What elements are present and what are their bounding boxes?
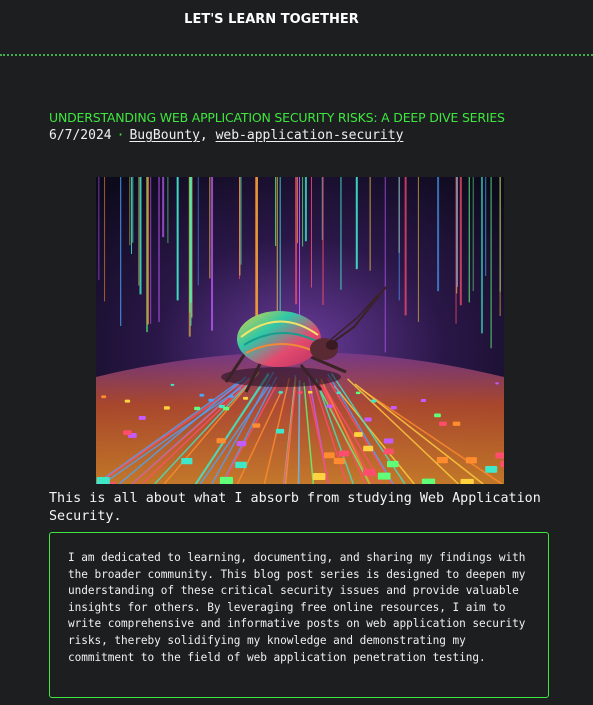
tag-link-web-application-security[interactable]: web-application-security bbox=[216, 128, 404, 143]
post-title: UNDERSTANDING WEB APPLICATION SECURITY R… bbox=[49, 110, 505, 125]
meta-separator: · bbox=[116, 128, 125, 143]
tag-comma: , bbox=[199, 128, 208, 143]
tag-link-bugbounty[interactable]: BugBounty bbox=[129, 128, 199, 143]
site-header: LET'S LEARN TOGETHER bbox=[0, 0, 593, 54]
quote-text: I am dedicated to learning, documenting,… bbox=[68, 551, 526, 664]
circuit-board-beetle-image bbox=[96, 177, 504, 484]
post-intro: This is all about what I absorb from stu… bbox=[49, 491, 541, 524]
post-meta: 6/7/2024 · BugBounty, web-application-secu… bbox=[49, 128, 403, 143]
site-title-link[interactable]: LET'S LEARN TOGETHER bbox=[0, 12, 543, 27]
quote-box: I am dedicated to learning, documenting,… bbox=[49, 532, 549, 698]
header-divider bbox=[0, 54, 593, 56]
post-date: 6/7/2024 bbox=[49, 128, 112, 143]
beetle-shadow bbox=[221, 367, 341, 387]
